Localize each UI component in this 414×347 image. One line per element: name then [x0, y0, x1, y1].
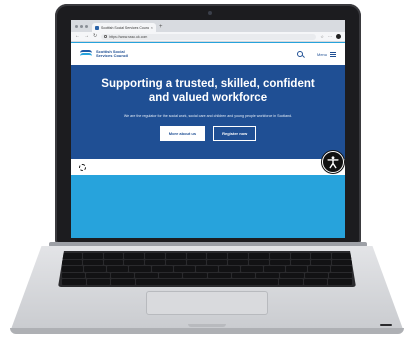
hero-subtitle: We are the regulator for the social work… [123, 114, 293, 118]
register-now-button[interactable]: Register now [213, 126, 257, 141]
laptop-front-edge [10, 328, 404, 334]
back-button[interactable]: ← [75, 34, 80, 39]
hero-title: Supporting a trusted, skilled, confident… [101, 78, 315, 104]
browser-tab-bar: Scottish Social Services Council × + [71, 20, 345, 32]
window-controls[interactable] [75, 25, 88, 28]
favicon-icon [95, 25, 99, 30]
forward-button[interactable]: → [84, 34, 89, 39]
extensions-icon[interactable]: ⋯ [328, 34, 332, 39]
logo-line-2: Services Council [96, 53, 129, 58]
browser-tab[interactable]: Scottish Social Services Council × [92, 23, 156, 32]
new-tab-button[interactable]: + [159, 24, 163, 30]
trackpad [146, 291, 268, 315]
site-header: Scottish Social Services Council Menu [71, 43, 345, 65]
laptop-screen: Scottish Social Services Council × + ← →… [71, 20, 345, 238]
hero-actions: More about us Register now [71, 126, 345, 141]
webcam [208, 11, 212, 15]
site-logo[interactable]: Scottish Social Services Council [96, 49, 129, 59]
accessibility-button[interactable] [322, 151, 344, 173]
bookmark-star-icon[interactable]: ☆ [320, 34, 324, 39]
tab-close-icon[interactable]: × [151, 25, 153, 30]
lid-notch [188, 324, 226, 327]
gear-icon[interactable] [79, 164, 86, 171]
url-field[interactable]: https://www.sssc.uk.com [101, 33, 317, 40]
keyboard [58, 251, 356, 287]
profile-avatar[interactable] [336, 34, 341, 39]
hero-banner: Supporting a trusted, skilled, confident… [71, 65, 345, 159]
more-about-us-button[interactable]: More about us [159, 126, 206, 141]
url-text: https://www.sssc.uk.com [109, 34, 148, 39]
sssc-logo-icon[interactable] [80, 50, 92, 58]
search-icon[interactable] [296, 51, 303, 57]
menu-icon[interactable] [330, 51, 336, 57]
lock-icon [104, 35, 108, 38]
reload-button[interactable]: ↻ [93, 34, 97, 39]
power-led [380, 324, 392, 326]
content-strip [71, 159, 345, 175]
menu-label[interactable]: Menu [317, 52, 327, 57]
accessibility-icon [327, 156, 339, 169]
tab-title: Scottish Social Services Council [101, 25, 149, 30]
browser-address-bar: ← → ↻ https://www.sssc.uk.com ☆ ⋯ [71, 32, 345, 42]
